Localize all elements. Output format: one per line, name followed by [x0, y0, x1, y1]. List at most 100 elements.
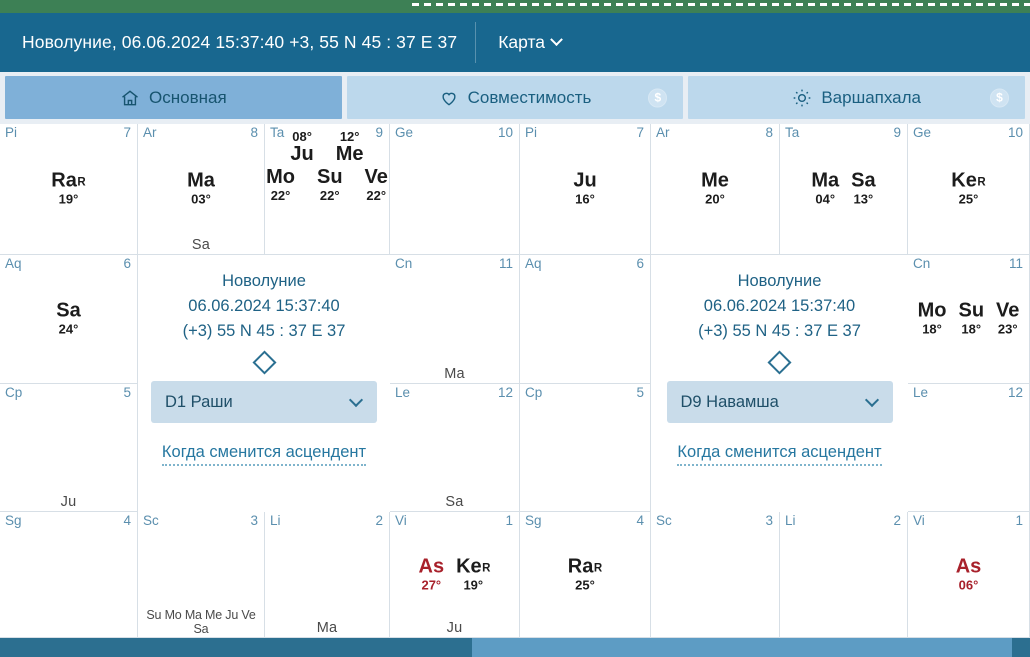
planet-degree: 19° — [463, 576, 484, 592]
varga-select[interactable]: D1 Раши — [151, 381, 377, 424]
sign-label: Sc — [656, 513, 672, 528]
planet-ra[interactable]: Ra R 19° — [51, 170, 85, 206]
map-menu-label: Карта — [498, 32, 546, 52]
tab-osnovnaya[interactable]: Основная — [5, 76, 342, 119]
planet-abbr: Sa — [56, 299, 81, 322]
planet-group: Me 20° — [651, 170, 779, 206]
planet-group: Ma 04° Sa 13° — [780, 170, 907, 206]
sign-label: Aq — [5, 256, 22, 271]
sign-label: Cn — [395, 256, 413, 271]
house-cell-ge[interactable]: Ge 10 — [390, 124, 520, 255]
house-cell-ta[interactable]: Ta 9 08° Ju 12° Me Mo 22° Su 22° Ve 22° — [265, 124, 390, 255]
planet-me[interactable]: 12° Me — [336, 130, 364, 165]
house-cell-aq[interactable]: Aq 6 Sa 24° — [0, 255, 138, 384]
house-cell-vi[interactable]: Vi 1 As 06° — [908, 512, 1030, 638]
tab-varshaphala[interactable]: Варшапхала $ — [688, 76, 1026, 119]
planet-degree: 20° — [705, 191, 725, 207]
house-cell-aq[interactable]: Aq 6 — [520, 255, 651, 384]
house-lord-label: Ju — [60, 494, 77, 510]
sign-label: Cn — [913, 256, 931, 271]
house-number: 3 — [765, 513, 773, 528]
house-lord-label: Ma — [444, 366, 465, 382]
house-number: 5 — [636, 385, 644, 400]
retrograde-marker: R — [482, 561, 491, 574]
house-cell-sg[interactable]: Sg 4 — [0, 512, 138, 638]
planet-ve[interactable]: Ve 23° — [996, 300, 1019, 336]
planet-abbr: Ju — [573, 169, 597, 192]
house-cell-le[interactable]: Le 12 Sa — [390, 384, 520, 512]
planet-sa[interactable]: Sa 24° — [56, 300, 80, 336]
paid-badge-icon: $ — [990, 88, 1010, 107]
house-cell-li[interactable]: Li 2 Ma — [265, 512, 390, 638]
scrollbar-thumb[interactable] — [0, 638, 472, 657]
paid-badge-icon: $ — [648, 88, 668, 107]
planet-me[interactable]: Me 20° — [701, 170, 729, 206]
planet-degree: 04° — [815, 191, 836, 207]
planet-degree: 22° — [319, 187, 340, 203]
event-datetime: 06.06.2024 15:37:40 — [703, 296, 856, 315]
planet-ju[interactable]: 08° Ju — [290, 130, 313, 165]
planet-group: Mo 18° Su 18° Ve 23° — [908, 300, 1029, 336]
ascendant-change-link[interactable]: Когда сменится асцендент — [161, 443, 367, 467]
house-cell-ta[interactable]: Ta 9 Ma 04° Sa 13° — [780, 124, 908, 255]
planet-ra[interactable]: Ra R 25° — [567, 554, 603, 592]
house-cell-ar[interactable]: Ar 8 Ma 03° Sa — [138, 124, 265, 255]
dashed-rule — [412, 3, 1030, 6]
house-number: 5 — [123, 385, 131, 400]
house-lord-label: Ju — [446, 620, 463, 636]
house-cell-cn[interactable]: Cn 11 Mo 18° Su 18° Ve 23° — [908, 255, 1030, 384]
planet-ju[interactable]: Ju 16° — [573, 170, 596, 206]
planet-degree: 22° — [366, 187, 387, 203]
planet-mo[interactable]: Mo 18° — [918, 300, 947, 336]
house-cell-cp[interactable]: Cp 5 — [520, 384, 651, 512]
house-cell-cn[interactable]: Cn 11 Ma — [390, 255, 520, 384]
ascendant-change-link[interactable]: Когда сменится асцендент — [677, 443, 882, 467]
event-location: (+3) 55 N 45 : 37 E 37 — [182, 321, 346, 340]
house-cell-pi[interactable]: Pi 7 Ju 16° — [520, 124, 651, 255]
house-cell-le[interactable]: Le 12 — [908, 384, 1030, 512]
house-cell-ge[interactable]: Ge 10 Ke R 25° — [908, 124, 1030, 255]
sign-label: Cp — [5, 385, 23, 400]
planet-su[interactable]: Su 22° — [317, 166, 343, 203]
house-cell-sc[interactable]: Sc 3 — [651, 512, 780, 638]
house-cell-vi[interactable]: Vi 1 As 27° Ke R 19° Ju — [390, 512, 520, 638]
planet-mo[interactable]: Mo 22° — [266, 166, 295, 203]
house-cell-sg[interactable]: Sg 4 Ra R 25° — [520, 512, 651, 638]
tab-label: Основная — [149, 87, 227, 107]
planet-degree: 16° — [575, 191, 595, 207]
diamond-icon — [767, 350, 792, 375]
planet-as[interactable]: As 06° — [956, 555, 982, 592]
planet-ke[interactable]: Ke R 19° — [456, 555, 491, 592]
house-number: 6 — [123, 256, 131, 271]
varga-select[interactable]: D9 Навамша — [666, 381, 893, 424]
planet-abbr: Sa — [851, 169, 876, 192]
planet-ma[interactable]: Ma 03° — [187, 170, 215, 206]
sign-label: Le — [913, 385, 929, 400]
map-menu-button[interactable]: Карта — [476, 13, 583, 72]
planet-as[interactable]: As 27° — [419, 555, 445, 592]
house-cell-pi[interactable]: Pi 7 Ra R 19° — [0, 124, 138, 255]
house-cell-ar[interactable]: Ar 8 Me 20° — [651, 124, 780, 255]
planet-degree: 22° — [270, 187, 291, 203]
planet-group: Ra R 19° — [0, 170, 137, 206]
planet-su[interactable]: Su 18° — [958, 300, 984, 336]
planet-sa[interactable]: Sa 13° — [851, 170, 875, 206]
house-cell-cp[interactable]: Cp 5 Ju — [0, 384, 138, 512]
event-location: (+3) 55 N 45 : 37 E 37 — [698, 321, 861, 340]
horizontal-scrollbar[interactable] — [0, 638, 1030, 657]
tab-sovmestimost[interactable]: Совместимость $ — [346, 76, 684, 119]
planet-abbr: Me — [335, 142, 364, 165]
sign-label: Vi — [913, 513, 925, 528]
house-number: 6 — [636, 256, 644, 271]
planet-abbr: Ra R — [567, 554, 603, 577]
planet-ma[interactable]: Ma 04° — [811, 170, 839, 206]
event-title: Новолуние — [737, 272, 822, 290]
house-cell-li[interactable]: Li 2 — [780, 512, 908, 638]
planet-abbr: Ma — [811, 169, 840, 192]
scrollbar-tail — [1012, 638, 1030, 657]
planet-group: 08° Ju 12° Me Mo 22° Su 22° Ve 22° — [265, 130, 389, 202]
house-number: 3 — [250, 513, 258, 528]
planet-ve[interactable]: Ve 22° — [365, 166, 388, 203]
house-cell-sc[interactable]: Sc 3 Su Mo Ma Me Ju Ve Sa — [138, 512, 265, 638]
planet-ke[interactable]: Ke R 25° — [951, 170, 985, 206]
